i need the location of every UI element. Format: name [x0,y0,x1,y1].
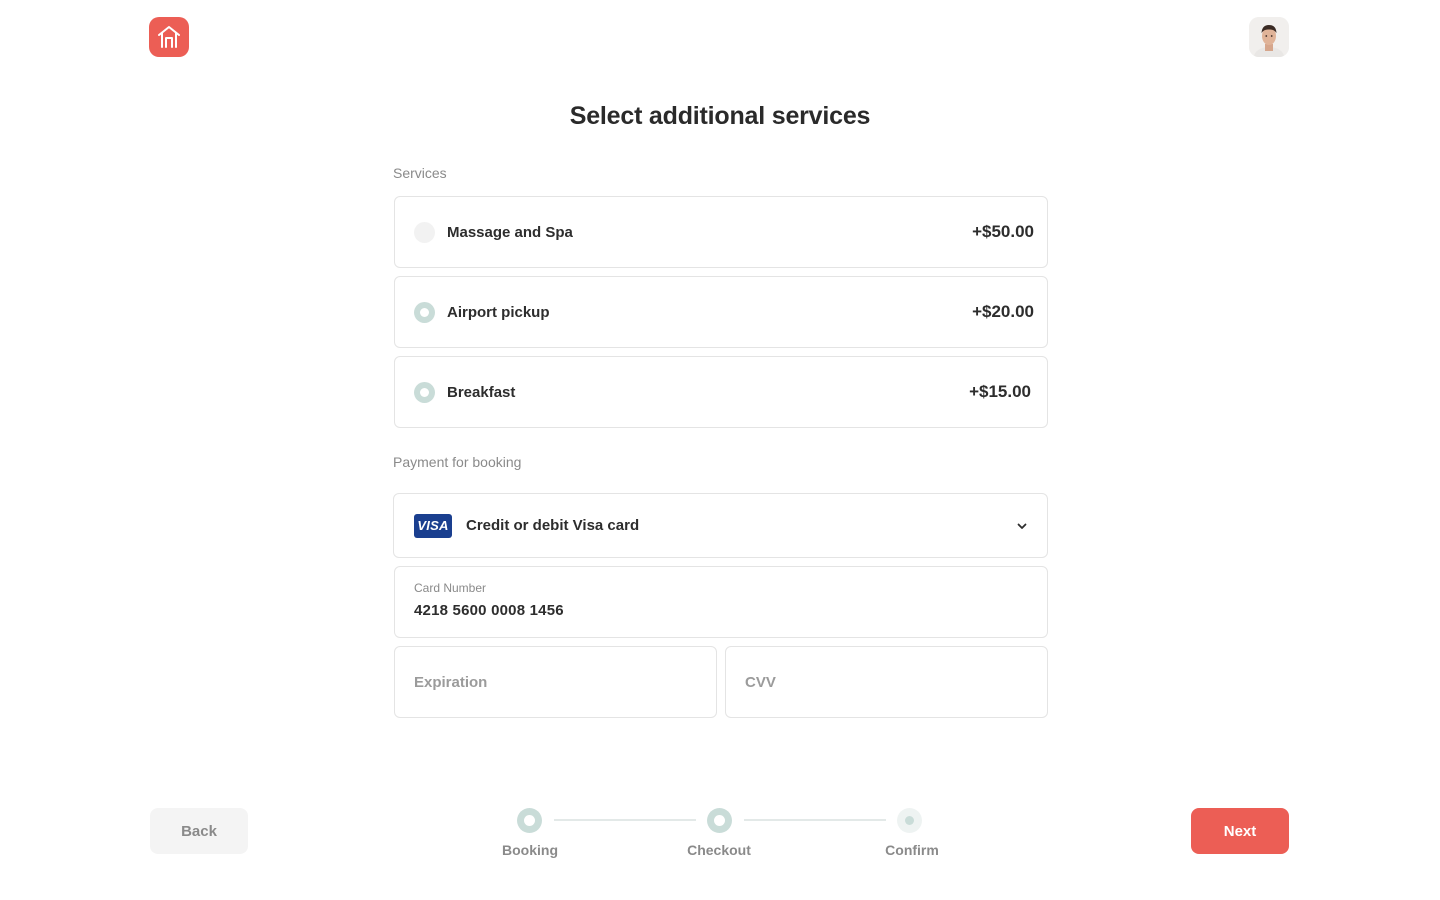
payment-method-dropdown[interactable]: VISA Credit or debit Visa card [393,493,1048,558]
service-option-massage-spa[interactable]: Massage and Spa +$50.00 [394,196,1048,268]
step-connector [744,819,886,821]
payment-method-label: Credit or debit Visa card [466,517,640,534]
service-name: Breakfast [447,383,516,401]
house-icon [158,26,180,48]
service-price: +$20.00 [972,302,1034,321]
step-confirm-label: Confirm [885,842,939,858]
chevron-down-icon [1017,523,1027,529]
step-checkout-label: Checkout [687,842,751,858]
visa-card-icon: VISA [414,513,452,538]
step-booking-indicator [517,808,542,833]
step-checkout-indicator [707,808,732,833]
service-option-breakfast[interactable]: Breakfast +$15.00 [394,356,1048,428]
card-number-label: Card Number [414,581,487,595]
service-name: Massage and Spa [447,223,573,241]
service-price: +$15.00 [969,382,1031,401]
card-number-field[interactable]: Card Number [394,566,1048,638]
cvv-field[interactable] [725,646,1048,718]
expiration-input[interactable] [414,673,697,691]
step-booking-label: Booking [502,842,558,858]
step-connector [554,819,696,821]
back-button[interactable]: Back [150,808,248,854]
step-confirm-indicator [897,808,922,833]
radio-selected-icon[interactable] [414,301,435,323]
page-title: Select additional services [569,102,871,130]
expiration-field[interactable] [394,646,717,718]
home-logo[interactable] [149,17,189,57]
service-name: Airport pickup [447,303,550,321]
services-section-label: Services [393,165,447,181]
card-number-input[interactable] [414,602,1028,619]
payment-section-label: Payment for booking [393,454,522,470]
next-button[interactable]: Next [1191,808,1289,854]
radio-selected-icon[interactable] [414,381,435,403]
radio-unselected-icon[interactable] [414,221,435,243]
avatar-image [1249,17,1289,57]
user-avatar[interactable] [1249,17,1289,57]
service-option-airport-pickup[interactable]: Airport pickup +$20.00 [394,276,1048,348]
cvv-input[interactable] [745,673,1028,691]
service-price: +$50.00 [972,222,1034,241]
